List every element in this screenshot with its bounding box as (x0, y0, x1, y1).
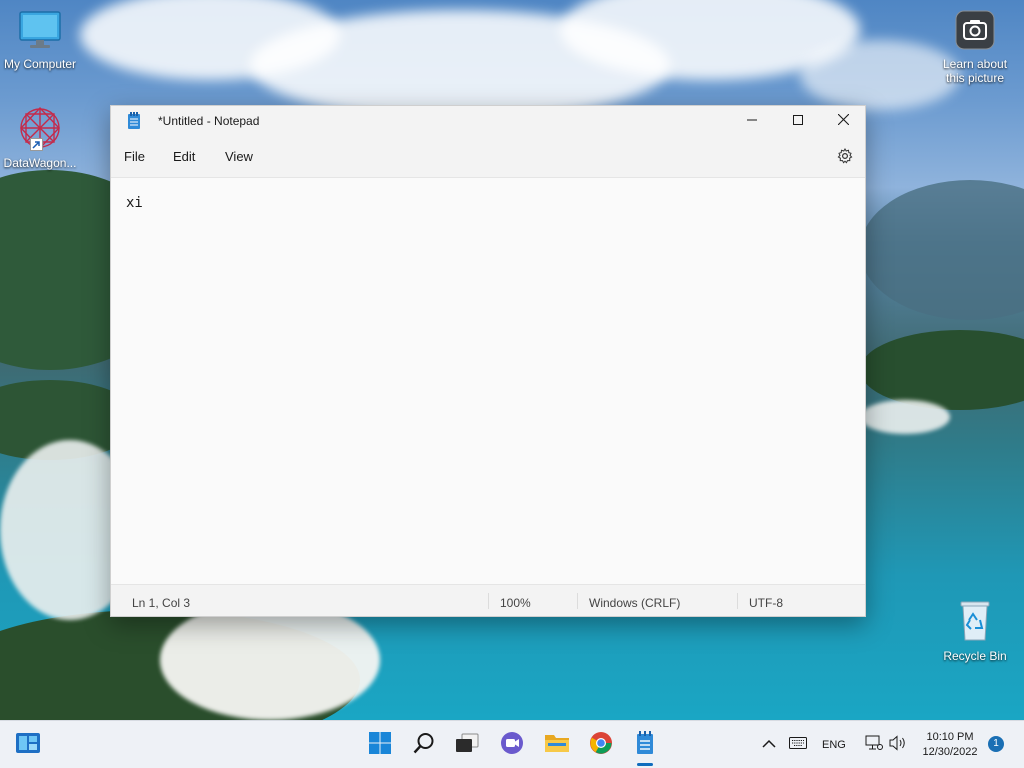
system-clock[interactable]: 10:10 PM 12/30/2022 (916, 730, 984, 760)
show-hidden-icons-button[interactable] (755, 731, 783, 759)
start-button[interactable] (366, 731, 394, 759)
minimize-button[interactable] (729, 106, 775, 136)
line-ending: Windows (CRLF) (589, 596, 681, 610)
network-icon (865, 735, 883, 756)
teams-chat-button[interactable] (498, 731, 526, 759)
monitor-icon (0, 10, 80, 53)
touch-keyboard-button[interactable] (784, 731, 812, 759)
camera-icon (935, 10, 1015, 53)
folder-icon (544, 732, 570, 759)
volume-button[interactable] (884, 731, 912, 759)
desktop-icon-my-computer[interactable]: My Computer (0, 10, 80, 71)
title-bar[interactable]: *Untitled - Notepad (111, 106, 865, 136)
notepad-taskbar-button[interactable] (631, 730, 659, 760)
desktop-icon-label: My Computer (3, 57, 77, 71)
status-divider (577, 593, 578, 609)
desktop-icon-datawagon[interactable]: DataWagon... (0, 104, 80, 170)
keyboard-icon (789, 736, 807, 754)
desktop-icon-learn-about-picture[interactable]: Learn about this picture (935, 10, 1015, 85)
chrome-button[interactable] (587, 731, 615, 759)
chevron-up-icon (762, 736, 776, 754)
chrome-icon (589, 731, 613, 760)
minimize-icon (747, 112, 757, 130)
desktop-icon-label: Learn about this picture (942, 57, 1008, 85)
task-view-icon (455, 733, 479, 758)
task-view-button[interactable] (453, 731, 481, 759)
clock-date: 12/30/2022 (922, 746, 978, 758)
widgets-button[interactable] (14, 731, 42, 759)
windows-logo-icon (368, 731, 392, 760)
datawagon-icon (16, 104, 64, 152)
close-icon (837, 112, 849, 130)
text-editor[interactable]: xi (111, 178, 865, 586)
taskbar: ENG 10:10 PM 12/30/2022 (0, 720, 1024, 768)
notepad-icon (127, 112, 141, 135)
cursor-position: Ln 1, Col 3 (132, 596, 191, 610)
shortcut-arrow-icon (30, 138, 43, 151)
menu-file[interactable]: File (124, 149, 145, 164)
search-icon (413, 732, 435, 759)
notification-badge[interactable]: 1 (988, 736, 1004, 752)
notepad-window: *Untitled - Notepad File Edit View xi Ln… (110, 105, 866, 617)
desktop-icon-label: Recycle Bin (943, 649, 1007, 663)
status-divider (737, 593, 738, 609)
menu-edit[interactable]: Edit (173, 149, 195, 164)
status-divider (488, 593, 489, 609)
recycle-bin-icon (935, 598, 1015, 645)
clock-time: 10:10 PM (926, 731, 974, 743)
desktop-icon-label: DataWagon... (3, 156, 77, 170)
speaker-icon (889, 734, 907, 756)
notepad-icon (635, 730, 655, 760)
menu-view[interactable]: View (225, 149, 253, 164)
window-title: *Untitled - Notepad (158, 114, 260, 128)
settings-button[interactable] (837, 148, 853, 169)
gear-icon (837, 148, 853, 168)
editor-content: xi (126, 195, 143, 211)
file-explorer-button[interactable] (543, 731, 571, 759)
encoding: UTF-8 (749, 596, 783, 610)
maximize-button[interactable] (775, 106, 821, 136)
menu-bar: File Edit View (111, 136, 865, 178)
close-button[interactable] (820, 106, 866, 136)
desktop-icon-recycle-bin[interactable]: Recycle Bin (935, 598, 1015, 663)
search-button[interactable] (410, 731, 438, 759)
active-app-indicator (637, 763, 653, 766)
chat-icon (500, 731, 524, 760)
zoom-level: 100% (500, 596, 531, 610)
widgets-icon (15, 732, 41, 759)
status-bar: Ln 1, Col 3 100% Windows (CRLF) UTF-8 (111, 584, 865, 616)
input-language[interactable]: ENG (822, 739, 846, 751)
maximize-icon (793, 112, 803, 130)
